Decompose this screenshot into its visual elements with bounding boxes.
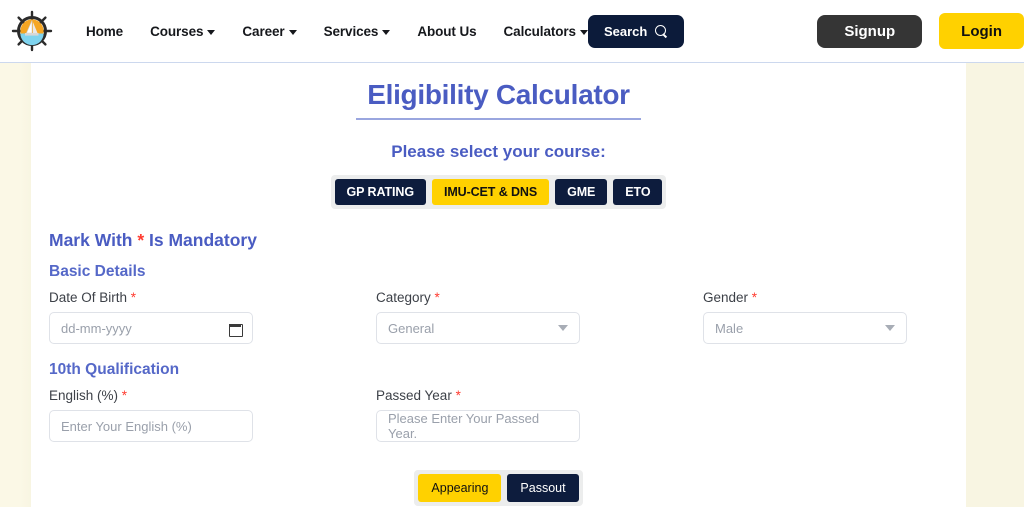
appearing-button[interactable]: Appearing — [418, 474, 502, 502]
chevron-down-icon — [579, 29, 588, 35]
course-tabs-wrapper: GP RATING IMU-CET & DNS GME ETO — [31, 175, 966, 209]
course-tab-label: IMU-CET & DNS — [443, 185, 538, 199]
field-category: Category * General — [376, 290, 605, 344]
nav-item-label: Home — [85, 23, 124, 39]
chevron-down-icon — [558, 325, 568, 331]
required-asterisk: * — [130, 290, 137, 305]
field-label-text: Passed Year — [376, 388, 452, 403]
field-label: Gender * — [703, 290, 932, 305]
course-tab-gme[interactable]: GME — [555, 179, 608, 205]
site-header: Home Courses Career Services About Us Ca… — [0, 0, 1024, 63]
field-label-text: Gender — [703, 290, 749, 305]
section-title-basic-details: Basic Details — [49, 263, 146, 280]
course-tab-label: GP RATING — [346, 185, 415, 199]
required-asterisk: * — [434, 290, 440, 305]
nav-item-calculators[interactable]: Calculators — [504, 24, 588, 39]
status-buttons-wrapper: Appearing Passout — [31, 470, 966, 506]
passed-year-input[interactable]: Please Enter Your Passed Year. — [376, 410, 580, 442]
course-select-prompt: Please select your course: — [391, 142, 606, 161]
field-label-text: Category — [376, 290, 431, 305]
passout-button-label: Passout — [520, 481, 566, 495]
signup-button-label: Signup — [844, 22, 896, 40]
mandatory-note-suffix: Is Mandatory — [144, 230, 257, 250]
main-navigation: Home Courses Career Services About Us Ca… — [86, 24, 588, 39]
login-button-label: Login — [961, 22, 1002, 40]
signup-button[interactable]: Signup — [817, 14, 923, 48]
gender-selected-value: Male — [715, 320, 744, 336]
appearing-button-label: Appearing — [431, 481, 489, 495]
search-button[interactable]: Search — [587, 14, 685, 48]
required-asterisk: * — [751, 290, 758, 305]
course-tab-imu-cet-dns[interactable]: IMU-CET & DNS — [431, 179, 550, 205]
field-label: English (%) * — [49, 388, 278, 403]
course-tab-gp-rating[interactable]: GP RATING — [334, 179, 426, 205]
chevron-down-icon — [382, 29, 391, 35]
field-spacer — [703, 388, 932, 442]
ship-wheel-icon — [12, 10, 53, 52]
search-icon — [655, 24, 668, 38]
nav-item-label: Services — [323, 23, 379, 39]
search-button-label: Search — [603, 23, 648, 39]
category-selected-value: General — [388, 320, 435, 336]
field-label-text: Date Of Birth — [49, 290, 128, 305]
english-percent-input[interactable]: Enter Your English (%) — [49, 410, 253, 442]
field-label: Category * — [376, 290, 605, 305]
gender-select[interactable]: Male — [703, 312, 907, 344]
nav-item-label: Calculators — [503, 23, 577, 39]
nav-item-label: Career — [242, 23, 285, 39]
chevron-down-icon — [207, 29, 216, 35]
nav-item-label: About Us — [417, 23, 477, 39]
page-title: Eligibility Calculator — [367, 79, 630, 110]
nav-item-about-us[interactable]: About Us — [417, 24, 476, 39]
nav-item-services[interactable]: Services — [324, 24, 391, 39]
required-asterisk: * — [455, 388, 461, 403]
passed-year-placeholder: Please Enter Your Passed Year. — [388, 411, 540, 441]
course-tab-label: ETO — [625, 185, 651, 199]
site-logo[interactable] — [6, 9, 59, 53]
field-date-of-birth: Date Of Birth * dd-mm-yyyy — [49, 290, 278, 344]
required-asterisk: * — [121, 388, 128, 403]
eligibility-calculator-card: Eligibility Calculator Please select you… — [31, 63, 966, 507]
category-select[interactable]: General — [376, 312, 580, 344]
chevron-down-icon — [885, 325, 895, 331]
header-actions: Search Signup Login — [587, 13, 1024, 49]
field-gender: Gender * Male — [703, 290, 932, 344]
chevron-down-icon — [288, 29, 297, 35]
field-passed-year: Passed Year * Please Enter Your Passed Y… — [376, 388, 605, 442]
course-tab-label: GME — [567, 185, 596, 199]
field-label-text: English (%) — [49, 388, 119, 403]
login-button[interactable]: Login — [939, 13, 1024, 49]
date-of-birth-placeholder: dd-mm-yyyy — [61, 320, 132, 336]
date-of-birth-input[interactable]: dd-mm-yyyy — [49, 312, 253, 344]
title-underline — [356, 118, 641, 120]
nav-item-home[interactable]: Home — [86, 24, 123, 39]
field-label: Passed Year * — [376, 388, 605, 403]
nav-item-courses[interactable]: Courses — [150, 23, 216, 39]
mandatory-note-prefix: Mark With — [49, 230, 138, 250]
course-tab-eto[interactable]: ETO — [613, 179, 663, 205]
section-title-10th-qualification: 10th Qualification — [49, 361, 180, 378]
basic-details-field-row: Date Of Birth * dd-mm-yyyy Category * Ge… — [49, 290, 966, 344]
field-english-percent: English (%) * Enter Your English (%) — [49, 388, 278, 442]
status-button-group: Appearing Passout — [414, 470, 583, 506]
passout-button[interactable]: Passout — [507, 474, 579, 502]
nav-item-label: Courses — [150, 23, 204, 39]
nav-item-career[interactable]: Career — [242, 23, 297, 39]
field-label: Date Of Birth * — [49, 290, 278, 305]
english-percent-placeholder: Enter Your English (%) — [61, 418, 192, 434]
mandatory-note: Mark With * Is Mandatory — [49, 230, 966, 251]
calendar-icon[interactable] — [229, 322, 243, 337]
page-root: Home Courses Career Services About Us Ca… — [0, 0, 1024, 507]
tenth-qualification-field-row: English (%) * Enter Your English (%) Pas… — [49, 388, 966, 442]
course-tab-group: GP RATING IMU-CET & DNS GME ETO — [330, 175, 667, 209]
